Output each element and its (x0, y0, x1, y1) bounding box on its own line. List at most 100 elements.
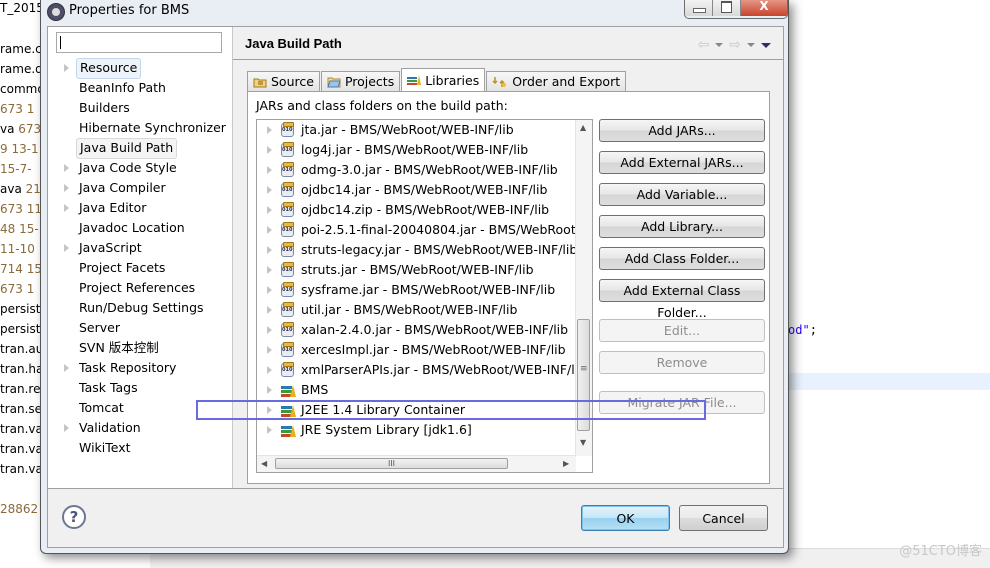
tree-item[interactable]: Java Build Path (76, 138, 178, 159)
vertical-scrollbar[interactable]: ▲ ≡ ▼ (575, 120, 592, 456)
tab-order-and-export[interactable]: Order and Export (486, 71, 627, 91)
add-external-class-folder-button[interactable]: Add External Class Folder... (599, 279, 765, 320)
expand-arrow-icon[interactable] (267, 366, 272, 374)
tree-item[interactable]: WikiText (76, 438, 134, 457)
cancel-button[interactable]: Cancel (679, 505, 768, 531)
libraries-icon (407, 74, 422, 86)
tab-source[interactable]: Source (247, 71, 320, 91)
expand-arrow-icon[interactable] (267, 346, 272, 354)
tree-item[interactable]: Resource (76, 58, 142, 79)
expand-arrow-icon[interactable] (267, 286, 272, 294)
jar-icon (281, 302, 294, 317)
horizontal-scroll-thumb[interactable]: III (275, 458, 508, 469)
add-library-button[interactable]: Add Library... (599, 215, 765, 238)
tree-item[interactable]: BeanInfo Path (76, 78, 169, 97)
tree-item[interactable]: SVN 版本控制 (76, 338, 162, 357)
expand-arrow-icon[interactable] (267, 226, 272, 234)
tab-libraries[interactable]: Libraries (401, 68, 486, 91)
title-bar[interactable]: Properties for BMS X (41, 0, 788, 22)
expand-arrow-icon[interactable] (267, 146, 272, 154)
expand-arrow-icon[interactable] (267, 426, 272, 434)
expand-arrow-icon[interactable] (267, 326, 272, 334)
tree-item[interactable]: Run/Debug Settings (76, 298, 207, 317)
minimize-button[interactable] (685, 0, 713, 16)
back-dropdown-icon[interactable] (715, 43, 724, 47)
close-button[interactable]: X (741, 0, 787, 16)
scroll-left-icon[interactable]: ◀ (261, 459, 267, 468)
expand-arrow-icon[interactable] (64, 64, 69, 72)
expand-arrow-icon[interactable] (267, 246, 272, 254)
tree-item[interactable]: Builders (76, 98, 133, 117)
build-path-tabs: Source Projects Libraries Order and Export (247, 68, 627, 91)
filter-input[interactable] (56, 32, 222, 53)
vertical-scroll-thumb[interactable]: ≡ (577, 319, 590, 431)
horizontal-scrollbar[interactable]: ◀ III ▶ (257, 455, 576, 472)
background-line: 9 13-1 (0, 142, 39, 156)
dialog-title: Properties for BMS (69, 3, 190, 18)
tree-item[interactable]: Java Code Style (76, 158, 180, 177)
tree-item[interactable]: Server (76, 318, 123, 337)
tree-item[interactable]: Java Editor (76, 198, 149, 217)
entry-label: poi-2.5.1-final-20040804.jar - BMS/WebRo… (301, 222, 592, 237)
scroll-down-icon[interactable]: ▼ (580, 438, 586, 447)
view-menu-icon[interactable] (761, 42, 771, 48)
tree-item[interactable]: JavaScript (76, 238, 145, 257)
jar-icon (281, 182, 294, 197)
edit-button[interactable]: Edit... (599, 319, 765, 342)
jar-icon (281, 362, 294, 377)
help-icon[interactable]: ? (62, 505, 86, 529)
expand-arrow-icon[interactable] (267, 186, 272, 194)
background-line: 11-10 (0, 242, 35, 256)
tab-projects[interactable]: Projects (320, 71, 401, 91)
expand-arrow-icon[interactable] (267, 266, 272, 274)
migrate-jar-file-button[interactable]: Migrate JAR File... (599, 391, 765, 414)
tree-item[interactable]: Hibernate Synchronizer (76, 118, 229, 137)
add-external-jars-button[interactable]: Add External JARs... (599, 151, 765, 174)
expand-arrow-icon[interactable] (64, 164, 69, 172)
tree-item[interactable]: Tomcat (76, 398, 127, 417)
expand-arrow-icon[interactable] (267, 306, 272, 314)
remove-button[interactable]: Remove (599, 351, 765, 374)
add-class-folder-button[interactable]: Add Class Folder... (599, 247, 765, 270)
expand-arrow-icon[interactable] (64, 364, 69, 372)
forward-arrow-icon[interactable]: ⇨ (729, 37, 741, 53)
expand-arrow-icon[interactable] (267, 166, 272, 174)
expand-arrow-icon[interactable] (64, 204, 69, 212)
libraries-list[interactable]: jta.jar - BMS/WebRoot/WEB-INF/lib log4j.j… (256, 119, 593, 473)
background-line: commo (0, 82, 45, 96)
jar-icon (281, 262, 294, 277)
expand-arrow-icon[interactable] (267, 386, 272, 394)
jar-icon (281, 282, 294, 297)
property-page: Java Build Path ⇦ ⇨ Source Projects Librar… (233, 27, 783, 488)
libraries-tab-panel: JARs and class folders on the build path… (247, 91, 770, 484)
add-jars-button[interactable]: Add JARs... (599, 119, 765, 142)
add-variable-button[interactable]: Add Variable... (599, 183, 765, 206)
tree-item[interactable]: Project References (76, 278, 198, 297)
tab-label: Projects (344, 74, 395, 89)
expand-arrow-icon[interactable] (267, 126, 272, 134)
forward-dropdown-icon[interactable] (747, 43, 755, 47)
tree-item[interactable]: Project Facets (76, 258, 168, 277)
expand-arrow-icon[interactable] (267, 206, 272, 214)
maximize-button[interactable] (713, 0, 741, 16)
expand-arrow-icon[interactable] (64, 424, 69, 432)
properties-dialog: Properties for BMS X Resource BeanInfo Pa… (40, 0, 789, 554)
tree-item[interactable]: Task Repository (76, 358, 179, 377)
expand-arrow-icon[interactable] (64, 184, 69, 192)
expand-arrow-icon[interactable] (64, 244, 69, 252)
library-icon (281, 383, 296, 397)
expand-arrow-icon[interactable] (267, 406, 272, 414)
entry-label: sysframe.jar - BMS/WebRoot/WEB-INF/lib (301, 282, 556, 297)
tree-item[interactable]: Java Compiler (76, 178, 169, 197)
back-arrow-icon[interactable]: ⇦ (698, 37, 710, 53)
tab-label: Libraries (425, 72, 480, 88)
tree-item[interactable]: Javadoc Location (76, 218, 188, 237)
jar-icon (281, 142, 294, 157)
scroll-up-icon[interactable]: ▲ (580, 123, 586, 132)
tree-item[interactable]: Validation (76, 418, 144, 437)
preference-tree-panel: Resource BeanInfo Path Builders Hibernate S… (48, 27, 233, 488)
projects-folder-icon (327, 76, 341, 88)
scroll-right-icon[interactable]: ▶ (563, 459, 569, 468)
tree-item[interactable]: Task Tags (76, 378, 141, 397)
ok-button[interactable]: OK (581, 505, 670, 531)
